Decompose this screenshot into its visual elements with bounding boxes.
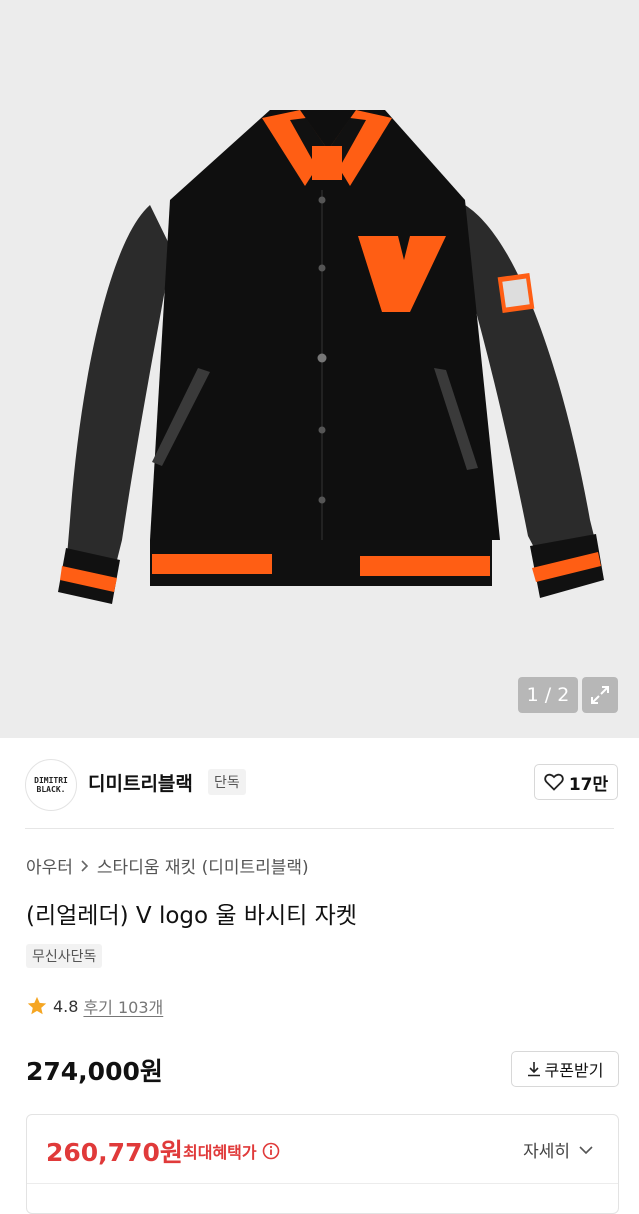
heart-icon [544, 773, 564, 791]
image-counter: 1 / 2 [518, 677, 578, 713]
product-gallery[interactable]: 1 / 2 [0, 0, 639, 738]
info-icon[interactable] [262, 1142, 280, 1160]
review-link[interactable]: 후기 103개 [83, 994, 163, 1018]
product-price: 274,000원 [26, 1057, 163, 1086]
chevron-right-icon [81, 859, 89, 872]
benefit-divider [27, 1183, 618, 1184]
star-icon [27, 996, 47, 1015]
like-count: 17만 [568, 774, 609, 795]
brand-row: DIMITRI BLACK. 디미트리블랙 단독 17만 [0, 738, 639, 828]
breadcrumb-subcategory[interactable]: 스타디움 재킷 (디미트리블랙) [97, 853, 309, 878]
product-image[interactable] [0, 0, 639, 738]
breadcrumb: 아우터 스타디움 재킷 (디미트리블랙) [26, 853, 309, 878]
download-icon [527, 1062, 540, 1077]
breadcrumb-category[interactable]: 아우터 [26, 853, 73, 878]
product-title: (리얼레더) V logo 울 바시티 자켓 [26, 903, 357, 929]
max-benefit-box[interactable]: 260,770원 최대혜택가 자세히 [26, 1114, 619, 1214]
expand-icon [591, 686, 609, 704]
max-benefit-label-group: 최대혜택가 [183, 1139, 280, 1163]
max-benefit-label: 최대혜택가 [183, 1143, 257, 1162]
expand-button[interactable] [582, 677, 618, 713]
chevron-down-icon [579, 1145, 593, 1154]
coupon-button[interactable]: 쿠폰받기 [511, 1051, 619, 1087]
coupon-label: 쿠폰받기 [544, 1061, 604, 1080]
rating-score: 4.8 [53, 996, 79, 1016]
brand-logo-line2: BLACK. [36, 785, 66, 794]
like-button[interactable]: 17만 [534, 764, 618, 800]
brand-logo[interactable]: DIMITRI BLACK. [25, 759, 77, 811]
exclusive-tag: 단독 [208, 769, 246, 795]
brand-logo-line1: DIMITRI [34, 776, 68, 785]
details-toggle[interactable]: 자세히 [523, 1137, 594, 1162]
max-benefit-price: 260,770원 [46, 1138, 183, 1167]
musinsa-exclusive-tag: 무신사단독 [26, 944, 103, 968]
rating: 4.8 후기 103개 [26, 994, 163, 1018]
details-label: 자세히 [523, 1142, 570, 1162]
brand-name[interactable]: 디미트리블랙 [88, 769, 193, 796]
divider [25, 828, 614, 829]
